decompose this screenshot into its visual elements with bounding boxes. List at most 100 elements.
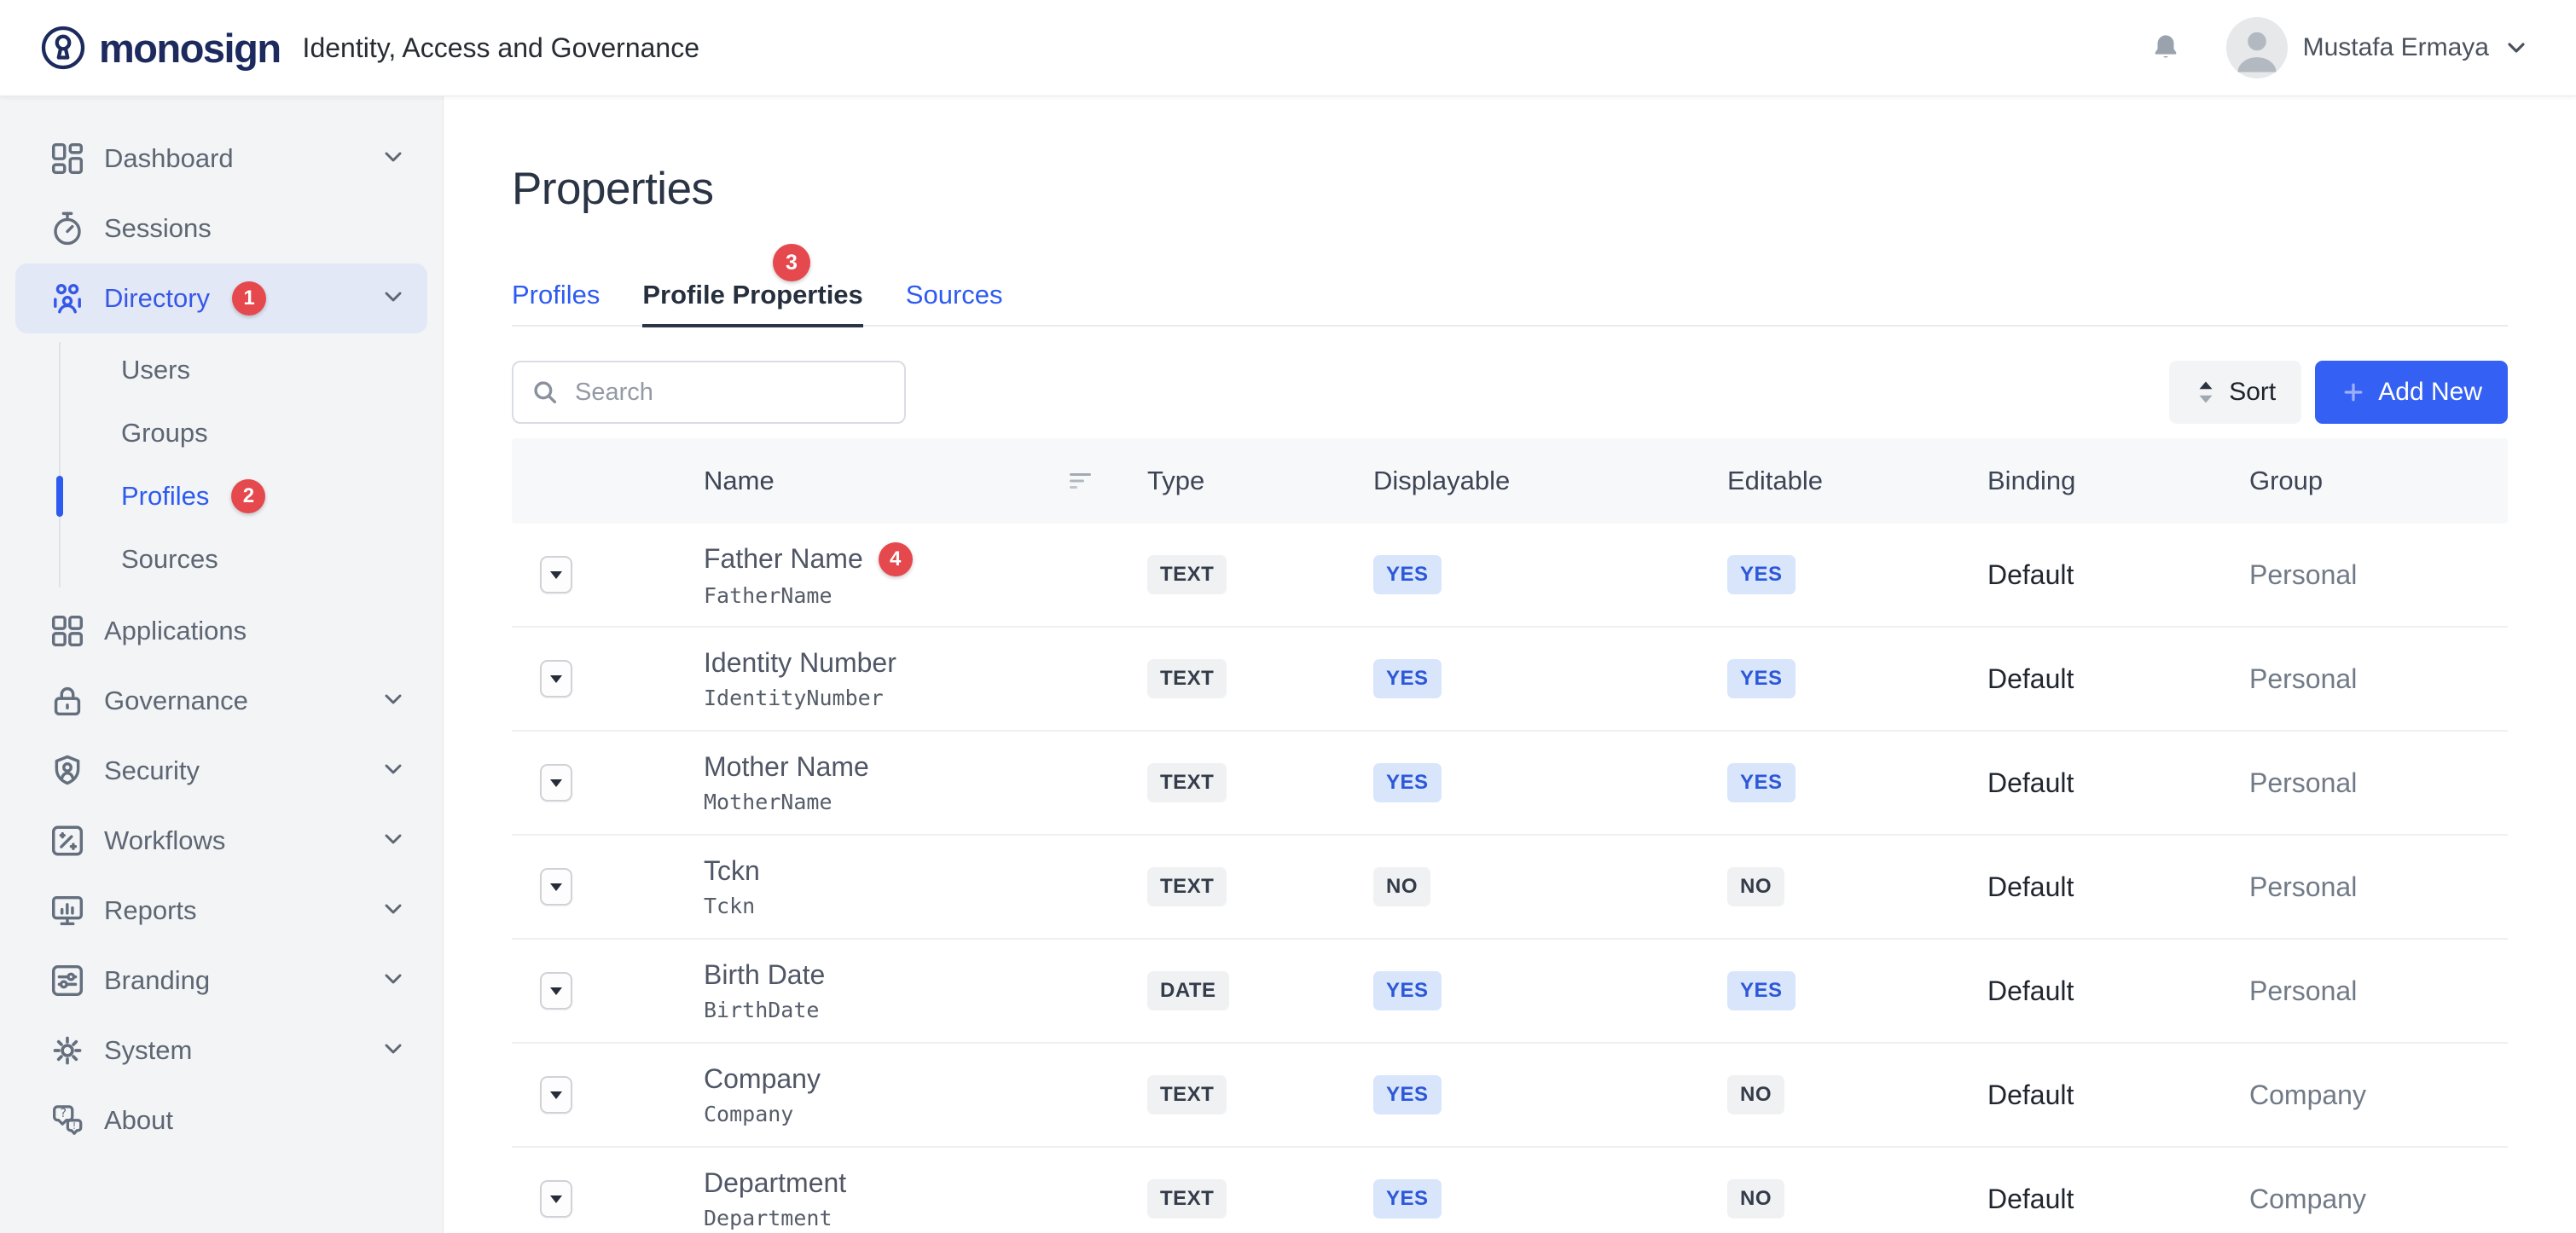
sidebar-item-branding[interactable]: Branding	[0, 946, 443, 1016]
tab-profiles[interactable]: Profiles	[512, 280, 600, 325]
type-badge: DATE	[1147, 971, 1229, 1010]
editable-badge: YES	[1727, 763, 1796, 802]
group-value: Company	[2249, 1080, 2508, 1111]
sort-button[interactable]: Sort	[2169, 361, 2301, 424]
sidebar-item-workflows[interactable]: Workflows	[0, 806, 443, 876]
type-badge: TEXT	[1147, 555, 1227, 594]
header-cell-displayable: Displayable	[1373, 466, 1727, 496]
group-value: Personal	[2249, 871, 2508, 903]
table-row: Father Name 4 FatherName TEXT YES YES De…	[512, 524, 2508, 628]
table-row: Tckn Tckn TEXT NO NO Default Personal	[512, 836, 2508, 940]
sidebar-item-profiles[interactable]: Profiles 2	[0, 465, 443, 528]
shield-user-icon	[48, 751, 87, 790]
table-row: Mother Name MotherName TEXT YES YES Defa…	[512, 732, 2508, 836]
sidebar-item-about[interactable]: ? ! About	[0, 1085, 443, 1155]
add-new-button[interactable]: Add New	[2315, 361, 2508, 424]
avatar	[2226, 17, 2288, 78]
sidebar-item-directory[interactable]: Directory 1	[15, 263, 427, 333]
sidebar-item-sessions[interactable]: Sessions	[0, 194, 443, 263]
type-badge: TEXT	[1147, 1075, 1227, 1114]
row-actions-dropdown[interactable]	[540, 868, 572, 906]
row-actions-dropdown[interactable]	[540, 972, 572, 1010]
row-actions-dropdown[interactable]	[540, 660, 572, 698]
svg-text:!: !	[73, 1120, 76, 1132]
sidebar-item-label: Branding	[104, 965, 210, 996]
table-body: Father Name 4 FatherName TEXT YES YES De…	[512, 524, 2508, 1233]
annotation-badge-1: 1	[232, 281, 266, 315]
displayable-badge: YES	[1373, 555, 1442, 594]
property-key: Tckn	[704, 894, 1147, 918]
sidebar-item-reports[interactable]: Reports	[0, 876, 443, 946]
property-name: Birth Date	[704, 959, 825, 991]
main-content: Properties 3 Profiles Profile Properties…	[444, 96, 2576, 1233]
chevron-down-icon	[380, 895, 407, 927]
type-badge: TEXT	[1147, 1179, 1227, 1219]
sidebar-item-label: System	[104, 1035, 192, 1066]
sidebar-item-sources[interactable]: Sources	[0, 528, 443, 591]
group-value: Personal	[2249, 559, 2508, 591]
row-actions-dropdown[interactable]	[540, 764, 572, 802]
sidebar-item-dashboard[interactable]: Dashboard	[0, 124, 443, 194]
binding-value: Default	[1987, 975, 2249, 1007]
binding-value: Default	[1987, 1184, 2249, 1215]
top-header: monosign Identity, Access and Governance…	[0, 0, 2576, 96]
property-key: Company	[704, 1102, 1147, 1126]
header-cell-name: Name	[704, 466, 1147, 496]
binding-value: Default	[1987, 871, 2249, 903]
sidebar-item-label: Sessions	[104, 213, 212, 244]
group-value: Personal	[2249, 767, 2508, 799]
annotation-badge-3: 3	[773, 244, 810, 281]
search-input[interactable]	[512, 361, 906, 424]
row-actions-dropdown[interactable]	[540, 1076, 572, 1114]
sidebar-item-applications[interactable]: Applications	[0, 596, 443, 666]
sliders-icon	[48, 961, 87, 1000]
tabs-bar: 3 Profiles Profile Properties Sources	[512, 280, 2508, 327]
header-cell-group: Group	[2249, 466, 2508, 496]
directory-submenu: Users Groups Profiles 2 Sources	[0, 333, 443, 596]
group-value: Personal	[2249, 663, 2508, 695]
sidebar-item-groups[interactable]: Groups	[0, 402, 443, 465]
logo-text: monosign	[99, 25, 281, 72]
header-cell-editable: Editable	[1727, 466, 1987, 496]
type-badge: TEXT	[1147, 659, 1227, 698]
sidebar-item-system[interactable]: System	[0, 1016, 443, 1085]
chevron-down-icon	[380, 755, 407, 787]
sidebar-item-label: About	[104, 1105, 173, 1136]
chevron-down-icon	[380, 143, 407, 175]
notifications-bell-icon[interactable]	[2150, 31, 2184, 65]
sidebar-item-security[interactable]: Security	[0, 736, 443, 806]
sidebar-item-label: Governance	[104, 686, 248, 716]
row-actions-dropdown[interactable]	[540, 1180, 572, 1218]
lock-icon	[48, 681, 87, 721]
sidebar-item-users[interactable]: Users	[0, 339, 443, 402]
search-icon	[531, 378, 560, 407]
sidebar-item-label: Profiles	[121, 481, 209, 512]
user-menu[interactable]: Mustafa Ermaya	[2226, 17, 2530, 78]
sidebar-item-governance[interactable]: Governance	[0, 666, 443, 736]
chevron-down-icon	[2503, 34, 2530, 61]
chevron-down-icon	[380, 686, 407, 717]
monosign-logo[interactable]: monosign	[38, 22, 281, 73]
search-box	[512, 361, 906, 424]
property-name: Identity Number	[704, 647, 896, 679]
caret-down-icon	[550, 779, 562, 787]
monitor-chart-icon	[48, 891, 87, 930]
sort-lines-icon[interactable]	[1069, 472, 1094, 490]
sidebar: Dashboard Sessions	[0, 96, 444, 1233]
chat-question-icon: ? !	[48, 1101, 87, 1140]
displayable-badge: YES	[1373, 971, 1442, 1010]
wand-box-icon	[48, 821, 87, 860]
property-key: BirthDate	[704, 998, 1147, 1022]
row-actions-dropdown[interactable]	[540, 556, 572, 593]
sort-arrows-icon	[2195, 379, 2217, 405]
tab-profile-properties[interactable]: Profile Properties	[642, 280, 862, 327]
page-title: Properties	[512, 163, 2508, 215]
binding-value: Default	[1987, 1080, 2249, 1111]
tab-sources[interactable]: Sources	[906, 280, 1003, 325]
editable-badge: NO	[1727, 1075, 1784, 1114]
sort-button-label: Sort	[2229, 378, 2276, 407]
dashboard-icon	[48, 139, 87, 178]
editable-badge: YES	[1727, 555, 1796, 594]
property-name: Company	[704, 1063, 821, 1095]
gear-icon	[48, 1031, 87, 1070]
